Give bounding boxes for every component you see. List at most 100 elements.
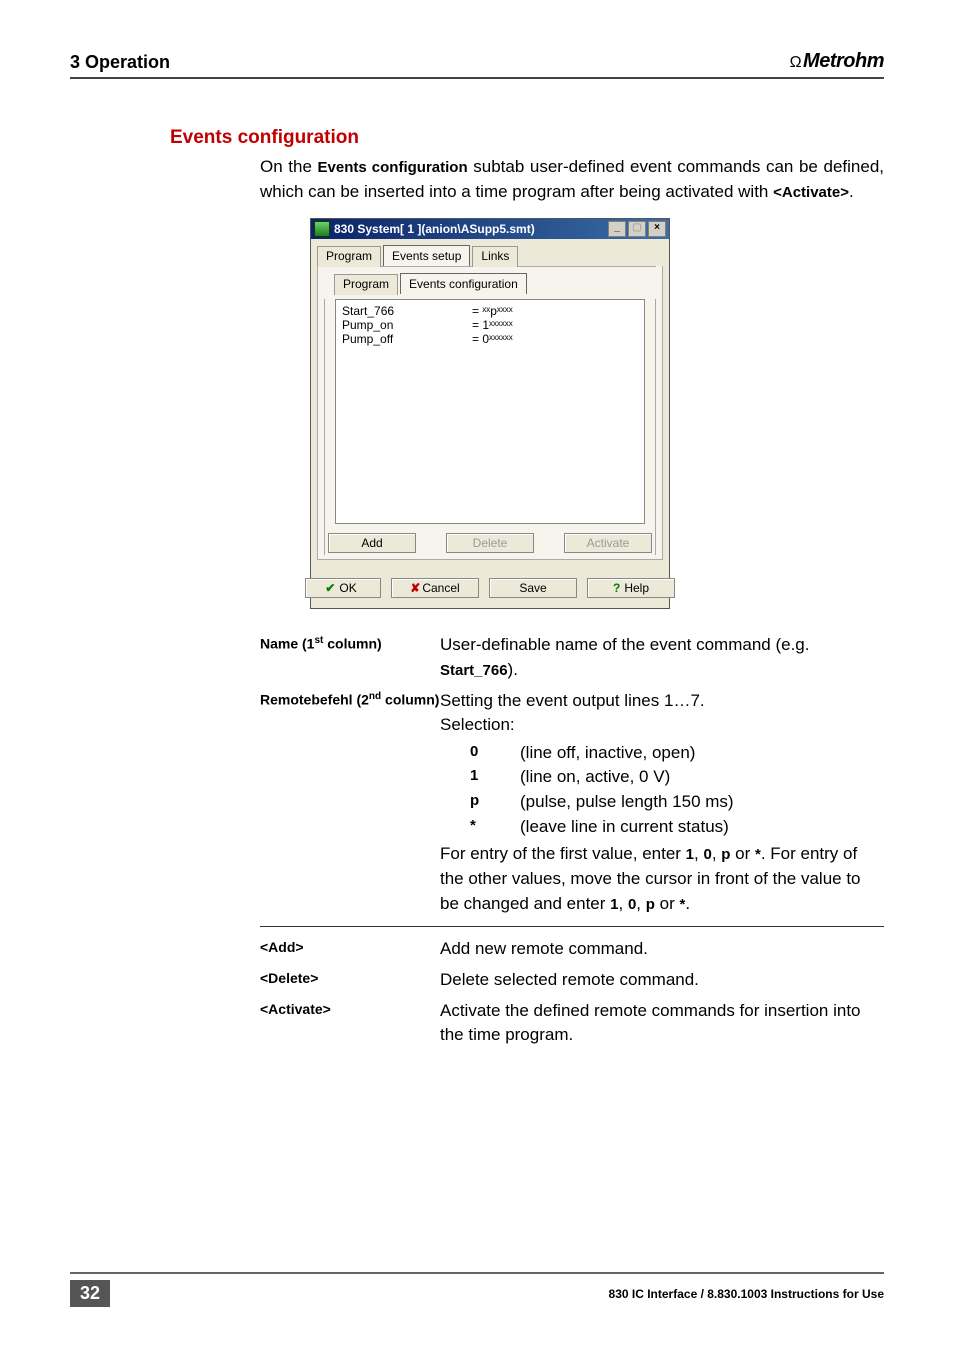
opt-val: (line on, active, 0 V) <box>520 765 884 790</box>
dialog-buttons: ✔ OK ✘Cancel Save ? Help <box>311 566 669 608</box>
tab-events-setup[interactable]: Events setup <box>383 245 470 266</box>
t: , <box>636 894 645 913</box>
help-button[interactable]: ? Help <box>587 578 675 598</box>
cancel-button[interactable]: ✘Cancel <box>391 578 479 598</box>
remote-line2: Selection: <box>440 713 884 738</box>
check-icon: ✔ <box>325 581 335 595</box>
sub-tabstrip: Program Events configuration <box>324 266 656 294</box>
remote-line1: Setting the event output lines 1…7. <box>440 689 884 714</box>
ok-label: OK <box>339 581 356 595</box>
options-table: 0(line off, inactive, open) 1(line on, a… <box>470 741 884 840</box>
event-name: Pump_off <box>342 332 472 346</box>
delete-button[interactable]: Delete <box>446 533 534 553</box>
app-icon <box>314 221 330 237</box>
t: or <box>655 894 680 913</box>
opt-key: 1 <box>470 765 520 790</box>
desc-activate-row: <Activate> Activate the defined remote c… <box>260 999 884 1048</box>
section-heading: Events configuration <box>170 127 884 149</box>
remote-tail: For entry of the first value, enter 1, 0… <box>440 842 884 916</box>
label-sup: nd <box>369 691 381 702</box>
page-header: 3 Operation ΩMetrohm <box>70 50 884 79</box>
option-row: 0(line off, inactive, open) <box>470 741 884 766</box>
label-part: Remotebefehl (2 <box>260 691 369 707</box>
cancel-label: Cancel <box>422 581 459 595</box>
opt-val: (pulse, pulse length 150 ms) <box>520 790 884 815</box>
opt-key: 0 <box>470 741 520 766</box>
inner-panel: Program Events configuration Start_766 =… <box>317 266 663 560</box>
t: 1 <box>686 846 694 863</box>
body-text: User-definable name of the event command… <box>440 635 809 654</box>
save-button[interactable]: Save <box>489 578 577 598</box>
list-item[interactable]: Pump_off = 0ˣˣˣˣˣˣ <box>342 332 638 346</box>
option-row: 1(line on, active, 0 V) <box>470 765 884 790</box>
event-value: = ˣˣpˣˣˣˣ <box>472 304 513 318</box>
page-footer: 32 830 IC Interface / 8.830.1003 Instruc… <box>70 1272 884 1307</box>
close-button[interactable]: × <box>648 221 666 237</box>
t: 0 <box>703 846 711 863</box>
opt-val: (leave line in current status) <box>520 815 884 840</box>
t: or <box>730 844 755 863</box>
desc-add-body: Add new remote command. <box>440 937 884 962</box>
list-item[interactable]: Start_766 = ˣˣpˣˣˣˣ <box>342 304 638 318</box>
list-buttons: Add Delete Activate <box>325 529 655 555</box>
desc-activate-label: <Activate> <box>260 999 440 1048</box>
t: 1 <box>610 896 618 913</box>
dialog-screenshot: 830 System[ 1 ](anion\ASupp5.smt) _ ▢ × … <box>310 218 670 609</box>
footer-text: 830 IC Interface / 8.830.1003 Instructio… <box>609 1287 884 1301</box>
t: , <box>712 844 721 863</box>
event-value: = 1ˣˣˣˣˣˣ <box>472 318 513 332</box>
intro-paragraph: On the Events configuration subtab user-… <box>260 155 884 204</box>
desc-name-label: Name (1st column) <box>260 633 440 682</box>
t: , <box>619 894 628 913</box>
t: p <box>646 896 655 913</box>
event-name: Pump_on <box>342 318 472 332</box>
brand-omega-icon: Ω <box>790 54 801 71</box>
label-tail: column) <box>323 636 381 652</box>
page: 3 Operation ΩMetrohm Events configuratio… <box>0 0 954 1351</box>
opt-key: p <box>470 790 520 815</box>
tab-links[interactable]: Links <box>472 246 518 267</box>
events-listbox[interactable]: Start_766 = ˣˣpˣˣˣˣ Pump_on = 1ˣˣˣˣˣˣ Pu… <box>335 299 645 524</box>
intro-bold-1: Events configuration <box>318 159 468 176</box>
subtab-events-configuration[interactable]: Events configuration <box>400 273 527 294</box>
descriptions: Name (1st column) User-definable name of… <box>260 633 884 1048</box>
option-row: *(leave line in current status) <box>470 815 884 840</box>
desc-add-row: <Add> Add new remote command. <box>260 937 884 962</box>
subtab-program[interactable]: Program <box>334 274 398 295</box>
desc-remote-body: Setting the event output lines 1…7. Sele… <box>440 689 884 917</box>
top-tabstrip: Program Events setup Links <box>311 239 669 266</box>
dialog-window: 830 System[ 1 ](anion\ASupp5.smt) _ ▢ × … <box>310 218 670 609</box>
list-item[interactable]: Pump_on = 1ˣˣˣˣˣˣ <box>342 318 638 332</box>
brand-text: Metrohm <box>803 50 884 72</box>
body-bold: Start_766 <box>440 662 508 679</box>
brand-logo: ΩMetrohm <box>790 50 884 73</box>
titlebar: 830 System[ 1 ](anion\ASupp5.smt) _ ▢ × <box>311 219 669 239</box>
desc-remote-row: Remotebefehl (2nd column) Setting the ev… <box>260 689 884 928</box>
window-title: 830 System[ 1 ](anion\ASupp5.smt) <box>334 222 606 236</box>
desc-delete-body: Delete selected remote command. <box>440 968 884 993</box>
page-number: 32 <box>70 1280 110 1307</box>
add-button[interactable]: Add <box>328 533 416 553</box>
desc-name-row: Name (1st column) User-definable name of… <box>260 633 884 682</box>
intro-bold-2: <Activate> <box>773 184 849 201</box>
tab-program[interactable]: Program <box>317 246 381 267</box>
question-icon: ? <box>613 581 620 595</box>
intro-text-1: On the <box>260 157 318 176</box>
minimize-button[interactable]: _ <box>608 221 626 237</box>
option-row: p(pulse, pulse length 150 ms) <box>470 790 884 815</box>
desc-activate-body: Activate the defined remote commands for… <box>440 999 884 1048</box>
ok-button[interactable]: ✔ OK <box>305 578 381 598</box>
desc-name-body: User-definable name of the event command… <box>440 633 884 682</box>
body-tail: ). <box>508 660 518 679</box>
t: For entry of the first value, enter <box>440 844 686 863</box>
activate-button[interactable]: Activate <box>564 533 652 553</box>
label-part: Name (1 <box>260 636 314 652</box>
x-icon: ✘ <box>410 581 420 595</box>
header-section: 3 Operation <box>70 52 170 73</box>
event-value: = 0ˣˣˣˣˣˣ <box>472 332 513 346</box>
label-tail: column) <box>381 691 439 707</box>
maximize-button[interactable]: ▢ <box>628 221 646 237</box>
help-label: Help <box>624 581 649 595</box>
sub-panel: Start_766 = ˣˣpˣˣˣˣ Pump_on = 1ˣˣˣˣˣˣ Pu… <box>324 299 656 555</box>
t: . <box>685 894 690 913</box>
